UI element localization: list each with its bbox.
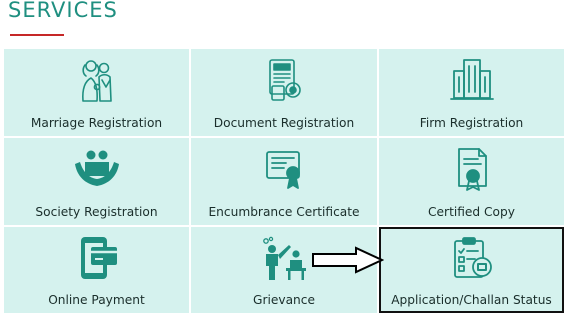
service-label: Firm Registration: [419, 116, 524, 130]
service-label: Application/Challan Status: [391, 293, 552, 307]
service-tile-document-registration[interactable]: Document Registration: [191, 49, 377, 136]
service-label: Society Registration: [35, 205, 158, 219]
service-tile-certified-copy[interactable]: Certified Copy: [379, 138, 564, 225]
service-label: Marriage Registration: [30, 116, 163, 130]
service-tile-online-payment[interactable]: Online Payment: [4, 227, 189, 313]
building-icon: [448, 57, 496, 103]
application-status-icon: [448, 235, 496, 281]
service-label: Document Registration: [213, 116, 355, 130]
marriage-icon: [73, 57, 121, 103]
certificate-icon: [260, 146, 308, 192]
services-page: SERVICES Marriage Registration Document …: [0, 0, 570, 314]
service-tile-application-challan-status[interactable]: Application/Challan Status: [379, 227, 564, 313]
section-title: SERVICES: [8, 0, 118, 22]
title-underline: [10, 34, 64, 36]
service-tile-encumbrance-certificate[interactable]: Encumbrance Certificate: [191, 138, 377, 225]
society-icon: [73, 146, 121, 192]
certified-copy-icon: [448, 146, 496, 192]
service-tile-firm-registration[interactable]: Firm Registration: [379, 49, 564, 136]
payment-icon: [73, 235, 121, 281]
service-label: Grievance: [253, 293, 315, 307]
service-tile-society-registration[interactable]: Society Registration: [4, 138, 189, 225]
service-label: Online Payment: [48, 293, 145, 307]
document-icon: [260, 57, 308, 103]
service-label: Certified Copy: [428, 205, 515, 219]
service-tile-marriage-registration[interactable]: Marriage Registration: [4, 49, 189, 136]
service-label: Encumbrance Certificate: [208, 205, 360, 219]
arrow-right-icon: [312, 246, 385, 274]
grievance-icon: [260, 235, 308, 281]
services-grid: Marriage Registration Document Registrat…: [4, 49, 564, 313]
